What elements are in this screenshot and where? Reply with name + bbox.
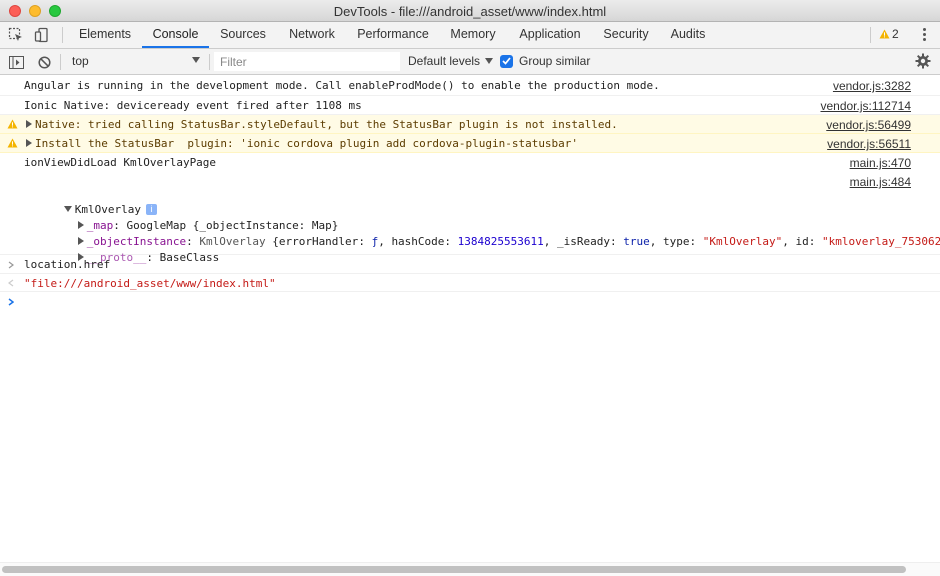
warnings-counter[interactable]: 2 <box>879 27 899 41</box>
chevron-right-icon <box>8 298 14 306</box>
warnings-count-label: 2 <box>892 27 899 41</box>
clear-icon <box>37 55 51 69</box>
toolbar-divider <box>209 54 210 70</box>
source-link[interactable]: vendor.js:56511 <box>827 137 911 151</box>
execution-context-select[interactable]: top <box>64 49 206 74</box>
source-link[interactable]: vendor.js:3282 <box>833 79 911 93</box>
console-message-text: Ionic Native: deviceready event fired af… <box>24 99 362 112</box>
console-warning[interactable]: Install the StatusBar plugin: 'ionic cor… <box>0 134 940 153</box>
tab-audits[interactable]: Audits <box>661 22 715 48</box>
group-similar-label: Group similar <box>519 54 591 68</box>
chevron-left-icon <box>8 279 14 287</box>
inner-value: 1384825553611 <box>457 235 544 248</box>
warning-icon <box>7 119 18 129</box>
kebab-dot-icon <box>922 28 926 31</box>
tab-security[interactable]: Security <box>595 22 657 48</box>
inner-value: "KmlOverlay" <box>702 235 783 248</box>
source-link[interactable]: vendor.js:112714 <box>820 99 911 113</box>
log-levels-dropdown[interactable]: Default levels <box>408 54 494 68</box>
gear-icon <box>915 53 931 69</box>
tab-memory[interactable]: Memory <box>441 22 505 48</box>
group-similar-toggle[interactable]: Group similar <box>500 54 590 68</box>
console-toolbar: top Default levels Group similar <box>0 49 940 75</box>
console-prompt[interactable] <box>0 292 940 314</box>
chevron-down-icon <box>485 58 494 64</box>
inner-key: id <box>795 235 809 248</box>
inner-value: "kmloverlay_753062721014 <box>821 235 940 248</box>
expand-triangle-icon[interactable] <box>26 120 32 128</box>
console-message-text: ionViewDidLoad KmlOverlayPage <box>24 156 217 169</box>
console-message: Angular is running in the development mo… <box>0 76 940 96</box>
brace: { <box>272 235 279 248</box>
console-messages: Angular is running in the development mo… <box>0 76 940 562</box>
window-titlebar: DevTools - file:///android_asset/www/ind… <box>0 0 940 22</box>
chevron-down-icon <box>192 57 200 63</box>
clear-console-button[interactable] <box>32 49 56 75</box>
warning-icon <box>879 29 890 39</box>
console-message: Ionic Native: deviceready event fired af… <box>0 96 940 115</box>
more-options-button[interactable] <box>918 26 930 44</box>
window-title: DevTools - file:///android_asset/www/ind… <box>333 4 607 19</box>
device-mode-icon <box>34 27 48 43</box>
checkmark-icon <box>502 57 511 65</box>
inner-key: errorHandler <box>278 235 359 248</box>
console-filter-input[interactable] <box>214 52 400 71</box>
group-similar-checkbox[interactable] <box>500 54 513 68</box>
console-warning[interactable]: Native: tried calling StatusBar.styleDef… <box>0 115 940 134</box>
tab-network[interactable]: Network <box>279 22 345 48</box>
horizontal-scrollbar[interactable] <box>2 566 906 573</box>
inspect-cursor-icon <box>8 27 22 41</box>
tab-console[interactable]: Console <box>142 22 209 48</box>
source-link[interactable]: main.js:484 <box>850 175 911 189</box>
toolbar-divider <box>60 54 61 70</box>
console-message-text: Native: tried calling StatusBar.styleDef… <box>35 118 618 131</box>
inner-value: true <box>623 235 650 248</box>
sidebar-toggle-icon <box>8 55 24 69</box>
console-message-text: Install the StatusBar plugin: 'ionic cor… <box>35 137 579 150</box>
devtools-tabbar: Elements Console Sources Network Perform… <box>0 22 940 49</box>
console-result-link[interactable]: "file:///android_asset/www/index.html" <box>24 277 276 290</box>
console-message: ionViewDidLoad KmlOverlayPage main.js:47… <box>0 153 940 172</box>
log-levels-label: Default levels <box>408 54 481 68</box>
warning-icon <box>7 138 18 148</box>
execution-context-value: top <box>72 54 89 68</box>
source-link[interactable]: vendor.js:56499 <box>826 118 911 132</box>
source-link[interactable]: main.js:470 <box>850 156 911 170</box>
console-message-text: Angular is running in the development mo… <box>24 79 660 92</box>
tabbar-divider <box>62 27 63 43</box>
tab-performance[interactable]: Performance <box>349 22 437 48</box>
inner-key: type <box>663 235 690 248</box>
kebab-dot-icon <box>922 33 926 36</box>
inspect-element-button[interactable] <box>4 22 28 48</box>
tabbar-divider-right <box>870 27 871 43</box>
console-input-text: location.href <box>24 258 111 271</box>
inner-key: hashCode <box>391 235 445 248</box>
console-input-echo: location.href <box>0 255 940 274</box>
kebab-dot-icon <box>922 38 926 41</box>
device-toolbar-button[interactable] <box>30 22 54 48</box>
expand-triangle-icon[interactable] <box>26 139 32 147</box>
console-settings-button[interactable] <box>915 53 931 72</box>
tab-sources[interactable]: Sources <box>211 22 275 48</box>
inner-key: _isReady <box>557 235 610 248</box>
console-object-message: main.js:484 KmlOverlay i _map: GoogleMap … <box>0 172 940 264</box>
console-result: "file:///android_asset/www/index.html" <box>0 274 940 292</box>
chevron-right-icon <box>8 261 14 269</box>
tab-elements[interactable]: Elements <box>70 22 140 48</box>
tab-application[interactable]: Application <box>509 22 591 48</box>
show-console-sidebar-button[interactable] <box>4 49 28 75</box>
